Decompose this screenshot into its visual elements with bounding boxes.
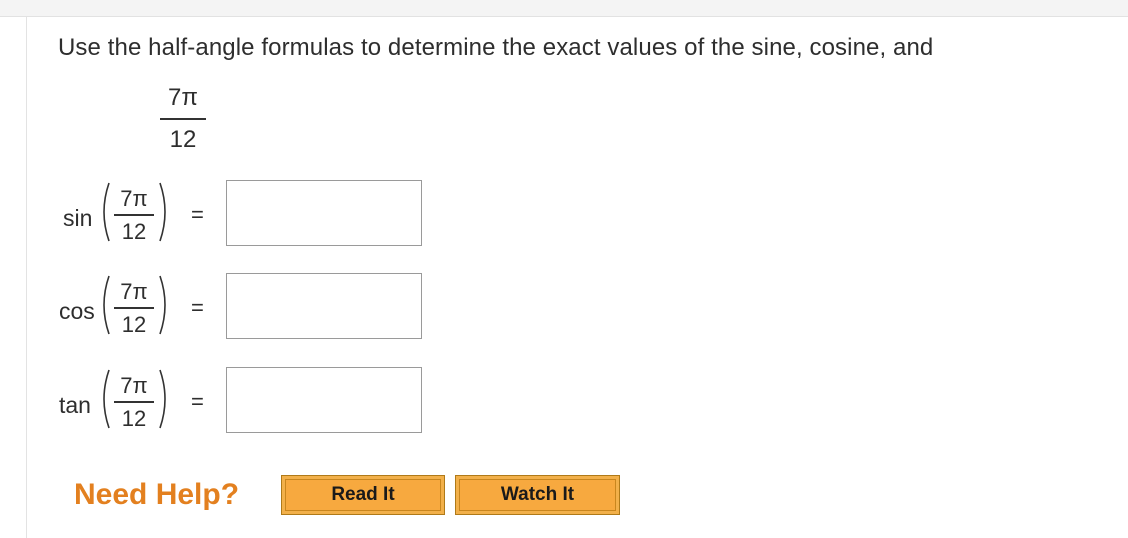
watch-it-label: Watch It [459, 479, 616, 511]
argument-fraction: 7π 12 [114, 279, 154, 338]
argument-denominator: 12 [121, 311, 147, 337]
argument-denominator: 12 [121, 405, 147, 431]
sin-row: sin 7π 12 = [0, 180, 450, 252]
function-label-cos: cos [59, 298, 95, 324]
need-help-label: Need Help? [74, 478, 240, 511]
argument-fraction: 7π 12 [114, 373, 154, 432]
tan-answer-input[interactable] [226, 367, 422, 433]
argument-numerator: 7π [120, 279, 148, 304]
read-it-label: Read It [285, 479, 441, 511]
equals-sign: = [191, 202, 204, 227]
angle-fraction: 7π 12 [160, 82, 206, 154]
left-paren [103, 369, 110, 429]
read-it-button[interactable]: Read It [281, 475, 445, 515]
fraction-bar [114, 307, 154, 309]
fraction-bar [160, 118, 206, 120]
watch-it-button[interactable]: Watch It [455, 475, 620, 515]
cos-row: cos 7π 12 = [0, 273, 450, 345]
right-paren [159, 182, 166, 242]
angle-denominator: 12 [169, 125, 197, 153]
argument-numerator: 7π [120, 186, 148, 211]
equals-sign: = [191, 389, 204, 414]
function-label-tan: tan [59, 392, 91, 418]
right-paren [159, 369, 166, 429]
fraction-bar [114, 401, 154, 403]
equals-sign: = [191, 295, 204, 320]
argument-numerator: 7π [120, 373, 148, 398]
argument-denominator: 12 [121, 218, 147, 244]
tan-row: tan 7π 12 = [0, 367, 450, 439]
function-label-sin: sin [63, 205, 93, 231]
right-paren [159, 275, 166, 335]
question-prompt: Use the half-angle formulas to determine… [58, 34, 934, 61]
left-paren [103, 182, 110, 242]
cos-answer-input[interactable] [226, 273, 422, 339]
argument-fraction: 7π 12 [114, 186, 154, 245]
top-strip [0, 0, 1128, 17]
angle-numerator: 7π [168, 84, 198, 111]
fraction-bar [114, 214, 154, 216]
left-paren [103, 275, 110, 335]
sin-answer-input[interactable] [226, 180, 422, 246]
